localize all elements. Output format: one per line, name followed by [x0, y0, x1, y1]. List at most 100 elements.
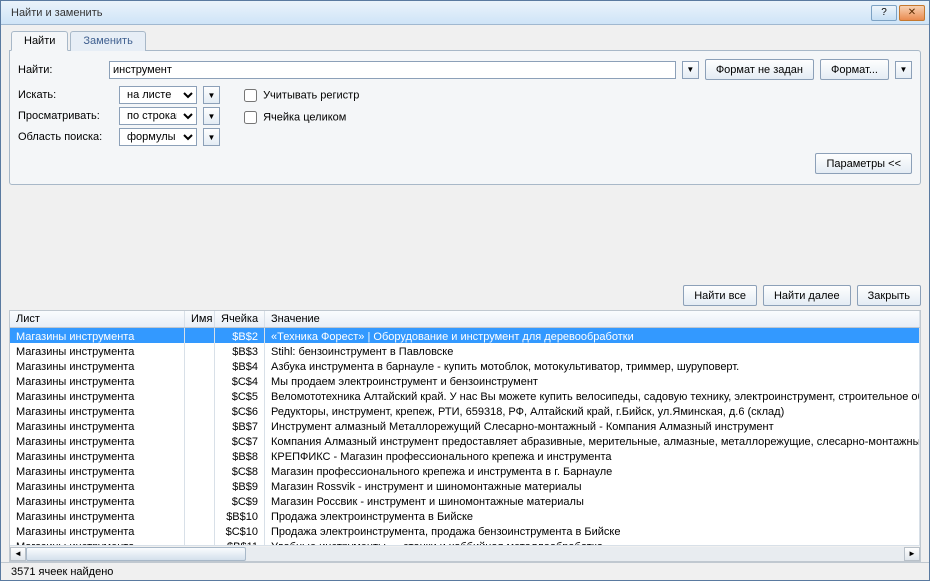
match-case-checkbox[interactable]	[244, 89, 257, 102]
row-name	[185, 388, 215, 403]
help-button[interactable]: ?	[871, 5, 897, 21]
format-menu-button[interactable]: Формат...	[820, 59, 889, 80]
row-value: Магазин профессионального крепежа и инст…	[265, 463, 920, 478]
format-menu-dropdown[interactable]: ▼	[895, 61, 912, 79]
row-value: Удобные инструменты — станки и хоббийная…	[265, 538, 920, 545]
results-table: Лист Имя Ячейка Значение Магазины инстру…	[9, 310, 921, 562]
status-bar: 3571 ячеек найдено	[1, 562, 929, 580]
find-input[interactable]	[109, 61, 676, 79]
whole-cell-option[interactable]: Ячейка целиком	[240, 108, 359, 127]
row-sheet: Магазины инструмента	[10, 508, 185, 523]
scope-select[interactable]: на листе	[119, 86, 197, 104]
row-cell: $C$7	[215, 433, 265, 448]
row-name	[185, 523, 215, 538]
row-name	[185, 508, 215, 523]
window-title: Найти и заменить	[5, 7, 871, 19]
scroll-right-arrow[interactable]: ►	[904, 547, 920, 561]
col-sheet[interactable]: Лист	[10, 311, 185, 327]
match-case-option[interactable]: Учитывать регистр	[240, 86, 359, 105]
row-sheet: Магазины инструмента	[10, 523, 185, 538]
row-name	[185, 328, 215, 343]
row-value: Азбука инструмента в барнауле - купить м…	[265, 358, 920, 373]
scroll-thumb[interactable]	[26, 547, 246, 561]
table-row[interactable]: Магазины инструмента$B$9Магазин Rossvik …	[10, 478, 920, 493]
row-sheet: Магазины инструмента	[10, 463, 185, 478]
find-history-dropdown[interactable]: ▼	[682, 61, 699, 79]
close-button[interactable]: Закрыть	[857, 285, 921, 306]
table-row[interactable]: Магазины инструмента $B$4Азбука инструмен…	[10, 358, 920, 373]
results-header: Лист Имя Ячейка Значение	[10, 311, 920, 328]
direction-select[interactable]: по строкам	[119, 107, 197, 125]
row-cell: $B$3	[215, 343, 265, 358]
whole-cell-checkbox[interactable]	[244, 111, 257, 124]
row-sheet: Магазины инструмента	[10, 358, 185, 373]
table-row[interactable]: Магазины инструмента $C$8Магазин професси…	[10, 463, 920, 478]
col-name[interactable]: Имя	[185, 311, 215, 327]
row-value: Инструмент алмазный Металлорежущий Слеса…	[265, 418, 920, 433]
row-cell: $C$4	[215, 373, 265, 388]
row-name	[185, 418, 215, 433]
parameters-toggle-button[interactable]: Параметры <<	[815, 153, 912, 174]
row-value: Продажа электроинструмента, продажа бенз…	[265, 523, 920, 538]
row-cell: $B$9	[215, 478, 265, 493]
table-row[interactable]: Магазины инструмента $B$10Продажа электро…	[10, 508, 920, 523]
table-row[interactable]: Магазины инструмента$B$8КРЕПФИКС - Магаз…	[10, 448, 920, 463]
table-row[interactable]: Магазины инструмента$B$2«Техника Форест»…	[10, 328, 920, 343]
find-replace-dialog: Найти и заменить ? ✕ Найти Заменить Найт…	[0, 0, 930, 581]
find-all-button[interactable]: Найти все	[683, 285, 757, 306]
row-sheet: Магазины инструмента	[10, 418, 185, 433]
table-row[interactable]: Магазины инструмента$B$3Stihl: бензоинст…	[10, 343, 920, 358]
row-value: «Техника Форест» | Оборудование и инстру…	[265, 328, 920, 343]
find-label: Найти:	[18, 64, 103, 76]
row-cell: $B$4	[215, 358, 265, 373]
row-value: Магазин Россвик - инструмент и шиномонта…	[265, 493, 920, 508]
row-cell: $C$10	[215, 523, 265, 538]
scope-dropdown-arrow[interactable]: ▼	[203, 86, 220, 104]
row-name	[185, 463, 215, 478]
row-name	[185, 433, 215, 448]
row-name	[185, 403, 215, 418]
horizontal-scrollbar[interactable]: ◄ ►	[10, 545, 920, 561]
find-next-button[interactable]: Найти далее	[763, 285, 851, 306]
row-name	[185, 448, 215, 463]
tab-replace[interactable]: Заменить	[70, 31, 145, 51]
row-value: Веломототехника Алтайский край. У нас Вы…	[265, 388, 920, 403]
row-cell: $B$7	[215, 418, 265, 433]
col-cell[interactable]: Ячейка	[215, 311, 265, 327]
row-cell: $B$10	[215, 508, 265, 523]
row-sheet: Магазины инструмента	[10, 433, 185, 448]
format-not-set-button[interactable]: Формат не задан	[705, 59, 814, 80]
table-row[interactable]: Магазины инструмента$C$5Веломототехника …	[10, 388, 920, 403]
row-value: Продажа электроинструмента в Бийске	[265, 508, 920, 523]
row-name	[185, 493, 215, 508]
row-name	[185, 478, 215, 493]
table-row[interactable]: Магазины инструмента $C$10Продажа электро…	[10, 523, 920, 538]
row-name	[185, 538, 215, 545]
row-sheet: Магазины инструмента	[10, 493, 185, 508]
window-close-button[interactable]: ✕	[899, 5, 925, 21]
table-row[interactable]: Магазины инструмента$C$7Компания Алмазны…	[10, 433, 920, 448]
table-row[interactable]: Магазины инструмента$C$4Мы продаем элект…	[10, 373, 920, 388]
table-row[interactable]: Магазины инструмента $C$9Магазин Россвик …	[10, 493, 920, 508]
table-row[interactable]: Магазины инструмента$B$11Удобные инструм…	[10, 538, 920, 545]
row-sheet: Магазины инструмента	[10, 478, 185, 493]
row-cell: $B$8	[215, 448, 265, 463]
direction-dropdown-arrow[interactable]: ▼	[203, 107, 220, 125]
row-cell: $C$9	[215, 493, 265, 508]
row-sheet: Магазины инструмента	[10, 373, 185, 388]
row-cell: $C$8	[215, 463, 265, 478]
row-cell: $B$2	[215, 328, 265, 343]
row-cell: $C$5	[215, 388, 265, 403]
scroll-left-arrow[interactable]: ◄	[10, 547, 26, 561]
row-value: КРЕПФИКС - Магазин профессионального кре…	[265, 448, 920, 463]
table-row[interactable]: Магазины инструмента $B$7Инструмент алмаз…	[10, 418, 920, 433]
col-value[interactable]: Значение	[265, 311, 920, 327]
table-row[interactable]: Магазины инструмента$C$6Редукторы, инстр…	[10, 403, 920, 418]
area-dropdown-arrow[interactable]: ▼	[203, 128, 220, 146]
row-name	[185, 343, 215, 358]
row-value: Stihl: бензоинструмент в Павловске	[265, 343, 920, 358]
area-select[interactable]: формулы	[119, 128, 197, 146]
tab-find[interactable]: Найти	[11, 31, 68, 51]
titlebar: Найти и заменить ? ✕	[1, 1, 929, 25]
area-label: Область поиска:	[18, 131, 113, 143]
